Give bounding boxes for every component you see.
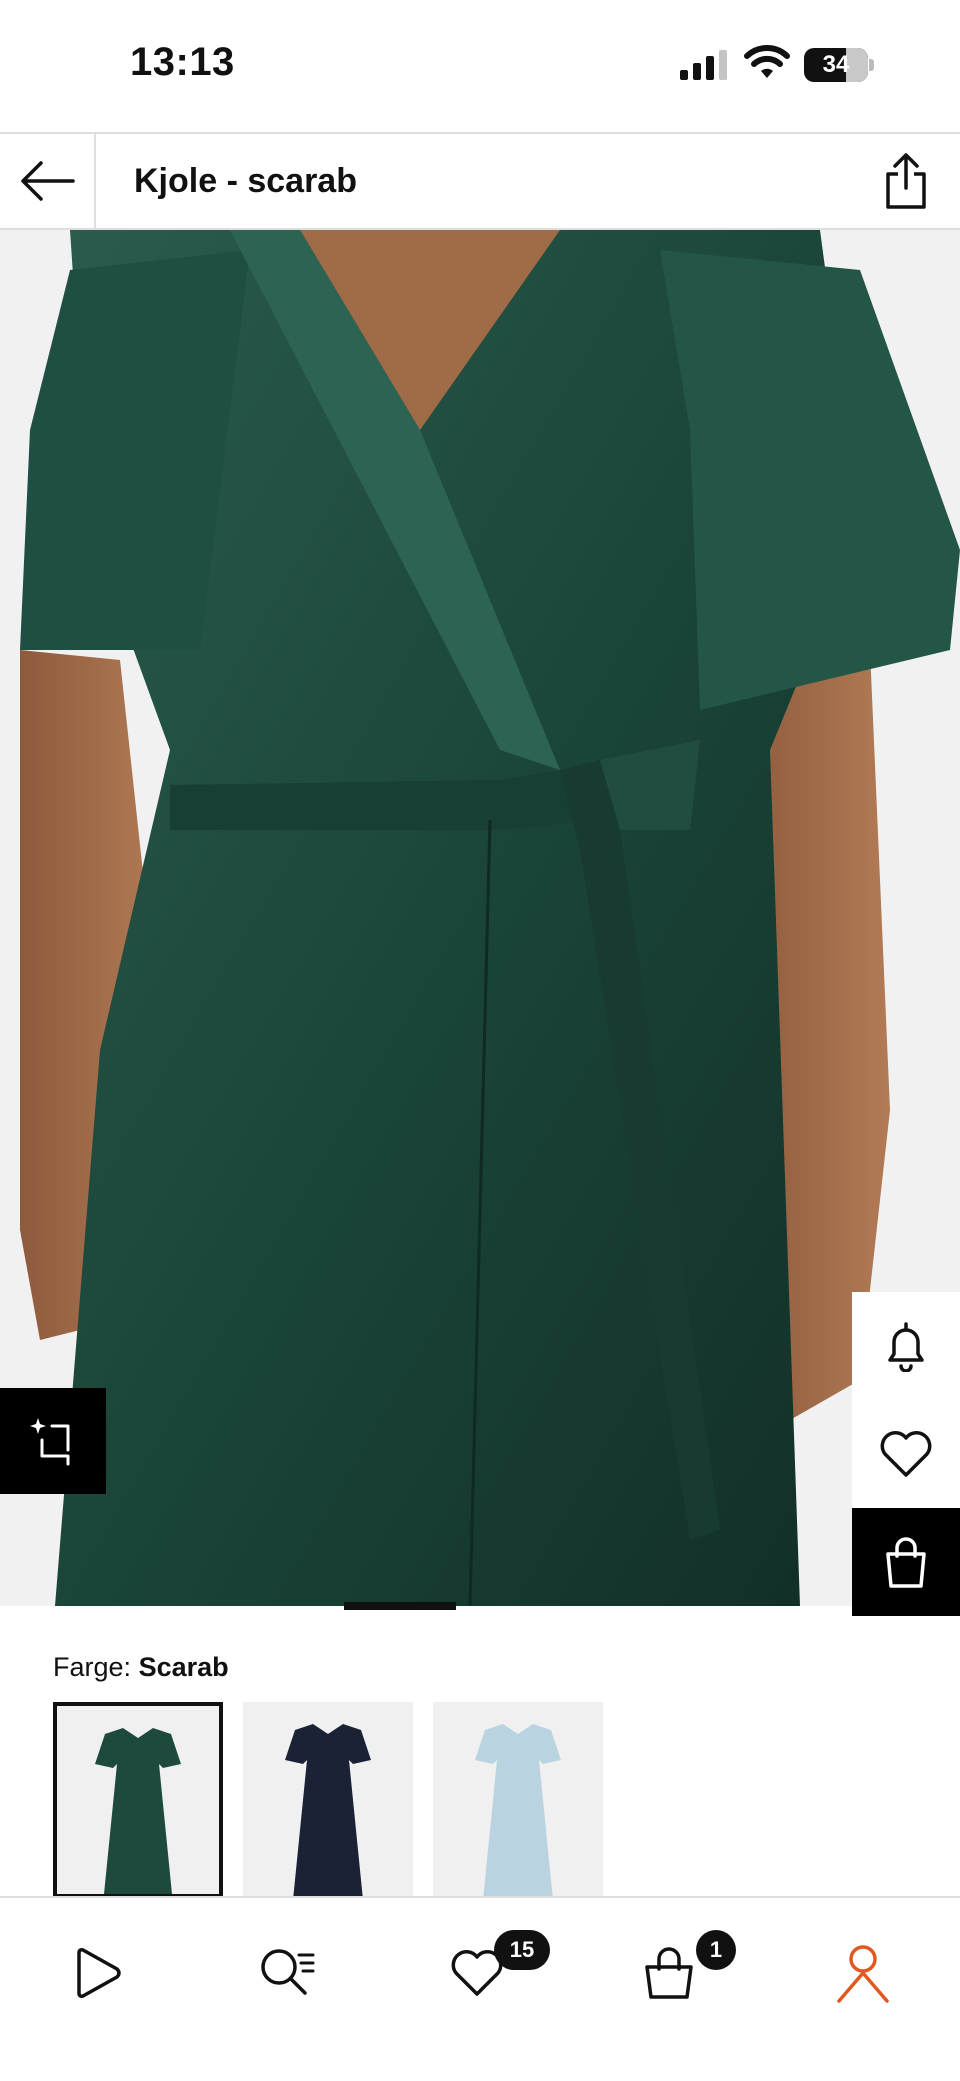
dress-thumbnail [475,1724,561,1898]
color-label-prefix: Farge: [53,1652,132,1682]
swatch-scarab[interactable] [53,1702,223,1898]
bag-count-badge: 1 [696,1930,736,1970]
image-pager-indicator [344,1602,456,1610]
side-actions [852,1292,960,1616]
share-button[interactable] [870,144,942,218]
play-icon [77,1948,121,1998]
bottom-nav: 15 1 [0,1896,960,2081]
nav-play[interactable] [42,1918,152,2028]
nav-search[interactable] [232,1918,342,2028]
battery-level: 34 [822,51,850,78]
sparkle-crop-icon [30,1418,70,1466]
battery-icon: 34 [804,48,874,82]
bag-icon [645,1947,693,1999]
favorite-button[interactable] [852,1400,960,1508]
heart-icon [880,1431,932,1477]
nav-profile[interactable] [808,1918,918,2028]
bag-icon [886,1537,926,1588]
favorites-count-badge: 15 [494,1930,550,1970]
dress-illustration [0,230,960,1606]
profile-icon [837,1945,889,2003]
signal-icon [680,50,727,80]
add-to-bag-button[interactable] [852,1508,960,1616]
color-label: Farge: Scarab [53,1652,229,1683]
arrow-left-icon [21,161,75,201]
color-swatches [53,1702,603,1898]
wifi-icon [744,45,790,78]
status-bar: 13:13 34 [0,0,960,132]
bell-icon [888,1322,924,1372]
status-time: 13:13 [130,40,235,84]
share-icon [886,153,926,209]
page-title: Kjole - scarab [134,162,357,200]
header: Kjole - scarab [0,132,960,230]
visual-search-button[interactable] [0,1388,106,1494]
search-list-icon [261,1949,315,1995]
dress-thumbnail [95,1728,181,1894]
swatch-light-blue[interactable] [433,1702,603,1898]
swatch-navy[interactable] [243,1702,413,1898]
color-value: Scarab [138,1652,229,1682]
back-button[interactable] [0,134,96,228]
product-image[interactable] [0,230,960,1606]
dress-thumbnail [285,1724,371,1898]
notify-button[interactable] [852,1292,960,1400]
